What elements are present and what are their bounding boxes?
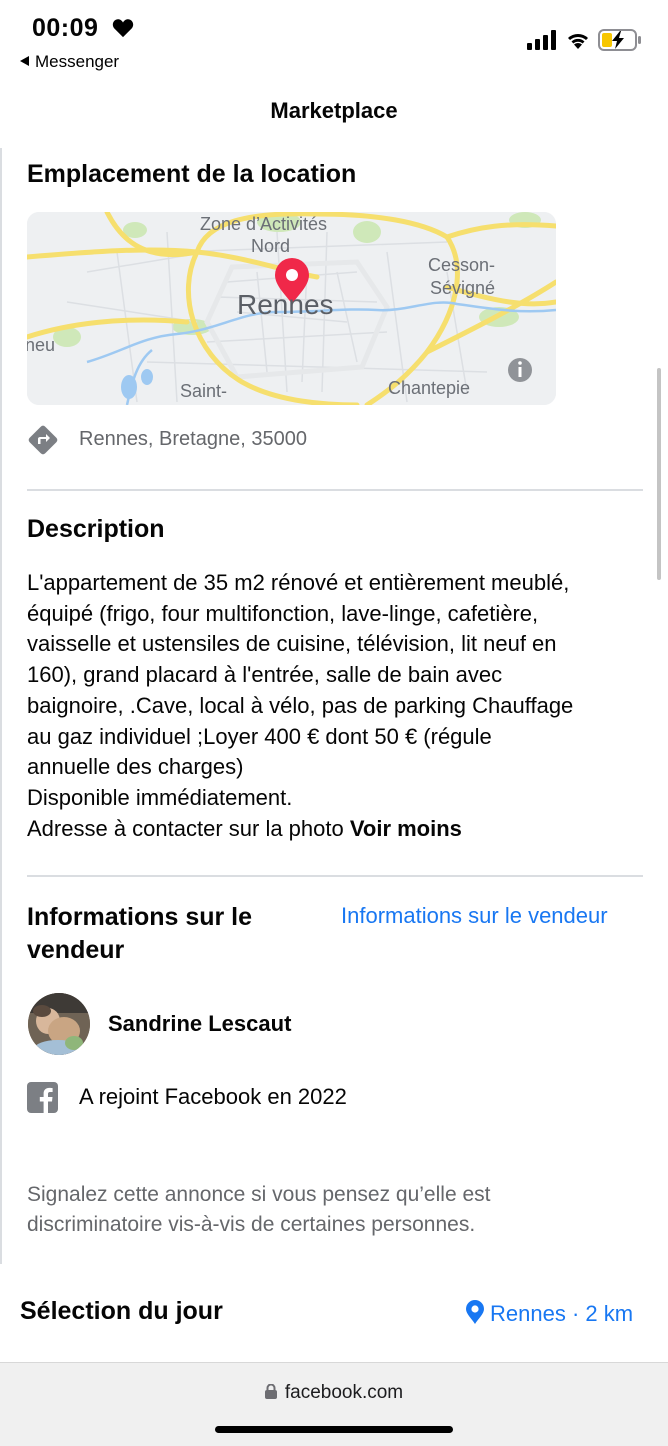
map-label-nord: Nord: [251, 236, 291, 256]
scrollbar[interactable]: [657, 368, 661, 580]
seller-section-title: Informations sur le vendeur: [27, 903, 253, 964]
status-time: 00:09: [32, 14, 99, 42]
back-arrow-icon: [20, 56, 29, 66]
seller-info-link[interactable]: Informations sur le vendeur: [341, 903, 608, 929]
facebook-icon: [27, 1082, 58, 1113]
description-line: vaisselle et ustensiles de cuisine, télé…: [27, 631, 557, 657]
home-indicator[interactable]: [215, 1426, 453, 1433]
map-label-chantepie: Chantepie: [388, 378, 471, 398]
map-label-saint: Saint-: [180, 381, 228, 401]
avatar-image: [28, 993, 90, 1055]
back-app-label: Messenger: [35, 52, 120, 71]
page-title: Marketplace: [270, 98, 398, 123]
description-line: L'appartement de 35 m2 rénové et entière…: [27, 570, 570, 595]
avatar[interactable]: [28, 993, 90, 1055]
description-title: Description: [27, 515, 165, 543]
description-line: 160), grand placard à l'entrée, salle de…: [27, 662, 503, 688]
back-to-messenger[interactable]: Messenger: [20, 52, 119, 72]
description-line: baignoire, .Cave, local à vélo, pas de p…: [27, 692, 574, 718]
location-section-title: Emplacement de la location: [27, 160, 357, 188]
daily-selection-location[interactable]: Rennes · 2 km: [466, 1300, 633, 1327]
map-label-cesson: Cesson-: [428, 255, 496, 275]
report-listing-text[interactable]: Signalez cette annonce si vous pensez qu…: [27, 1180, 627, 1240]
location-map[interactable]: Zone d’Activités Nord Cesson- Sévigné Re…: [27, 212, 556, 405]
location-pin-icon: [466, 1300, 484, 1324]
location-address: Rennes, Bretagne, 35000: [79, 428, 307, 450]
daily-selection-title: Sélection du jour: [20, 1297, 223, 1325]
url-text: facebook.com: [284, 1382, 404, 1403]
description-line: Adresse à contacter sur la photo: [27, 815, 344, 841]
seller-joined-date: A rejoint Facebook en 2022: [79, 1084, 347, 1109]
lock-icon: [264, 1383, 277, 1399]
map-label-sevigne: Sévigné: [430, 278, 496, 298]
description-line: annuelle des charges): [27, 754, 244, 780]
divider: [27, 875, 643, 877]
description-line: Disponible immédiatement.: [27, 784, 293, 810]
wifi-icon: [568, 34, 588, 49]
cellular-signal-icon: [527, 30, 556, 50]
map-label-zone: Zone d’Activités: [200, 214, 328, 234]
content-left-border: [0, 148, 2, 1268]
divider: [27, 489, 643, 491]
status-bar: 00:09 Messenger: [0, 0, 668, 80]
map-label-city: Rennes: [237, 289, 334, 320]
description-line: au gaz individuel ;Loyer 400 € dont 50 €…: [27, 723, 492, 749]
seller-name[interactable]: Sandrine Lescaut: [108, 1011, 291, 1037]
description-text: L'appartement de 35 m2 rénové et entière…: [27, 568, 647, 844]
browser-url-bar[interactable]: facebook.com: [0, 1362, 668, 1446]
see-less-link[interactable]: Voir moins: [350, 816, 462, 841]
description-last-line: Adresse à contacter sur la photo Voir mo…: [27, 814, 647, 845]
daily-selection-location-label: Rennes · 2 km: [490, 1301, 634, 1326]
url-field[interactable]: facebook.com: [0, 1382, 668, 1404]
battery-charging-icon: [598, 29, 641, 51]
heart-icon: [112, 19, 134, 38]
directions-icon: [28, 425, 58, 455]
description-line: équipé (frigo, four multifonction, lave-…: [27, 600, 539, 626]
map-label-left: neu: [27, 335, 56, 355]
